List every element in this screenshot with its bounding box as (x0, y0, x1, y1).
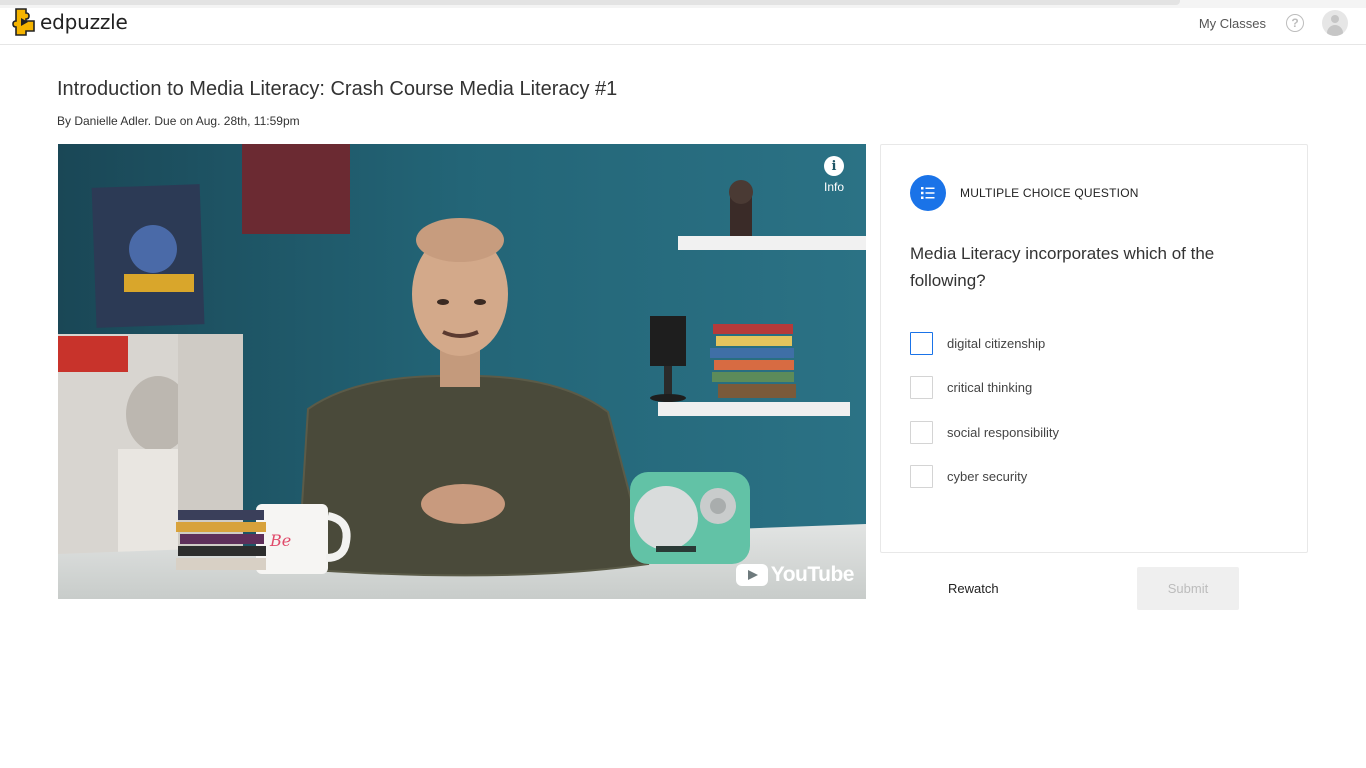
option-label: digital citizenship (947, 335, 1046, 351)
option-checkbox[interactable] (910, 376, 933, 399)
submit-button[interactable]: Submit (1137, 567, 1239, 610)
video-info-button[interactable]: i Info (823, 156, 844, 194)
assignment-byline: By Danielle Adler. Due on Aug. 28th, 11:… (57, 114, 300, 128)
option-checkbox[interactable] (910, 420, 933, 444)
question-type-label: MULTIPLE CHOICE QUESTION (960, 186, 1139, 200)
option-label: critical thinking (947, 380, 1033, 395)
option-checkbox[interactable] (910, 465, 933, 488)
question-type-header: MULTIPLE CHOICE QUESTION (910, 175, 1139, 211)
option-label: social responsibility (947, 424, 1059, 440)
answer-option[interactable]: social responsibility (910, 420, 1059, 444)
answer-options: digital citizenship critical thinking so… (910, 331, 1059, 509)
answer-option[interactable]: digital citizenship (910, 331, 1059, 355)
video-player[interactable]: Be i Info YouTube (58, 144, 866, 599)
top-header: edpuzzle My Classes ? (0, 0, 1366, 45)
youtube-label: YouTube (770, 563, 855, 586)
info-label: Info (823, 180, 844, 194)
svg-text:Be: Be (269, 531, 291, 550)
option-label: cyber security (947, 469, 1028, 484)
multiple-choice-icon (910, 175, 946, 211)
answer-option[interactable]: cyber security (910, 465, 1059, 489)
edpuzzle-logo-icon (12, 8, 35, 36)
help-icon[interactable]: ? (1286, 14, 1304, 32)
video-frame: Be (58, 144, 866, 599)
rewatch-button[interactable]: Rewatch (948, 581, 999, 596)
info-icon: i (823, 156, 844, 176)
question-text: Media Literacy incorporates which of the… (910, 244, 1215, 290)
edpuzzle-logo[interactable]: edpuzzle (12, 7, 128, 37)
option-checkbox[interactable] (910, 331, 933, 355)
question-card: MULTIPLE CHOICE QUESTION Media Literacy … (880, 144, 1308, 553)
page-title: Introduction to Media Literacy: Crash Co… (57, 78, 618, 100)
youtube-play-icon (735, 564, 768, 586)
user-avatar[interactable] (1322, 10, 1348, 36)
youtube-watermark[interactable]: YouTube (735, 563, 855, 587)
logo-wordmark: edpuzzle (40, 10, 128, 34)
header-nav: My Classes ? (1199, 9, 1348, 37)
my-classes-link[interactable]: My Classes (1199, 16, 1266, 31)
answer-option[interactable]: critical thinking (910, 376, 1059, 400)
